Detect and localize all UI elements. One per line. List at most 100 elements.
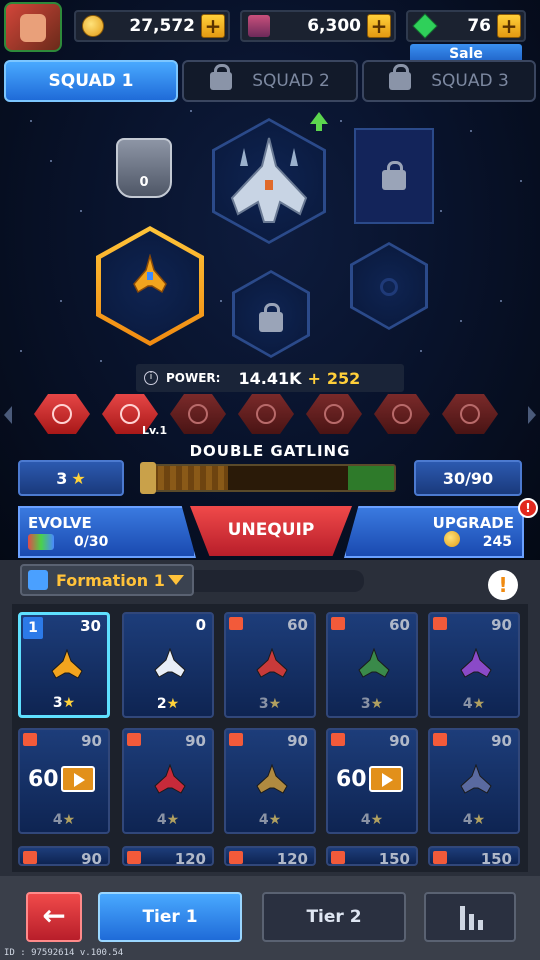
ship-card[interactable]: 150 — [428, 846, 520, 868]
lock-icon — [382, 161, 406, 190]
background-star — [20, 350, 22, 352]
card-count: 150 — [378, 850, 410, 868]
card-count: 90 — [81, 850, 102, 868]
skill-7[interactable] — [442, 394, 498, 434]
gem-value: 76 — [467, 16, 491, 36]
locked-slot-right[interactable] — [354, 128, 434, 224]
background-star — [80, 210, 82, 212]
star-icon: ★ — [268, 696, 282, 712]
ship-card[interactable]: 0 2★ — [122, 612, 214, 718]
watch-ad-button[interactable]: 60 — [28, 766, 95, 792]
ship-card[interactable]: 60 3★ — [224, 612, 316, 718]
upgrade-button[interactable]: UPGRADE 245 — [344, 506, 524, 558]
star-icon: ★ — [166, 696, 180, 712]
card-value: 6,300 — [307, 16, 361, 36]
card-count: 120 — [276, 850, 308, 868]
ship-card[interactable]: 60 3★ — [326, 612, 418, 718]
ship-icon — [51, 649, 83, 679]
sort-icon — [460, 906, 484, 930]
rank-badge-value: 0 — [139, 175, 149, 190]
rank-badge[interactable]: 0 — [116, 138, 172, 198]
ad-reward-value: 60 — [28, 766, 59, 792]
back-button[interactable]: ← — [26, 892, 82, 942]
card-stars: 4★ — [20, 812, 108, 828]
version-label: ID : 97592614 v.100.54 — [4, 948, 124, 958]
card-stars: 3★ — [21, 695, 107, 711]
watch-ad-button[interactable]: 60 — [336, 766, 403, 792]
lock-icon — [229, 617, 243, 630]
chevron-down-icon — [168, 575, 184, 585]
lock-icon — [259, 303, 283, 332]
add-gems-button[interactable]: + — [497, 14, 521, 38]
lock-icon — [331, 617, 345, 630]
add-cards-button[interactable]: + — [367, 14, 391, 38]
top-bar: 27,572 + 6,300 + 76 + — [0, 0, 540, 52]
lock-icon — [127, 851, 141, 864]
skill-6[interactable] — [374, 394, 430, 434]
card-stars: 4★ — [430, 812, 518, 828]
card-count: 30 — [80, 617, 101, 635]
card-stars: 4★ — [328, 812, 416, 828]
ship-icon — [358, 648, 390, 678]
player-avatar[interactable] — [4, 2, 62, 52]
tier-1-button[interactable]: Tier 1 — [98, 892, 242, 942]
lock-icon — [210, 64, 233, 90]
star-icon: ★ — [472, 696, 486, 712]
unequip-label: UNEQUIP — [227, 520, 315, 540]
card-stars-value: 3 — [258, 696, 269, 712]
ship-card[interactable]: 120 — [224, 846, 316, 868]
skill-5[interactable] — [306, 394, 362, 434]
evolve-button[interactable]: EVOLVE 0/30 — [18, 506, 196, 558]
skill-icon — [120, 404, 140, 424]
info-icon[interactable]: i — [144, 371, 158, 385]
edit-pencil-icon[interactable] — [28, 570, 48, 590]
star-icon: ★ — [62, 812, 76, 828]
add-coins-button[interactable]: + — [201, 14, 225, 38]
ship-card[interactable]: 90 4★ — [428, 612, 520, 718]
skill-4[interactable] — [238, 394, 294, 434]
skill-icon — [324, 404, 344, 424]
tab-squad-1[interactable]: SQUAD 1 — [4, 60, 178, 102]
scroll-right-arrow-icon[interactable] — [528, 406, 536, 424]
skill-icon — [460, 404, 480, 424]
evolve-cards-icon — [28, 534, 54, 550]
lock-icon — [229, 733, 243, 746]
card-stars: 4★ — [226, 812, 314, 828]
tab-squad-3[interactable]: SQUAD 3 — [362, 60, 536, 102]
tab-label: SQUAD 2 — [252, 71, 330, 91]
tier-2-button[interactable]: Tier 2 — [262, 892, 406, 942]
ship-card[interactable]: 90 60 4★ — [326, 728, 418, 834]
unequip-button[interactable]: UNEQUIP — [190, 506, 352, 556]
scroll-left-arrow-icon[interactable] — [4, 406, 12, 424]
card-stars: 3★ — [226, 696, 314, 712]
card-count: 120 — [174, 850, 206, 868]
ship-card[interactable]: 90 — [18, 846, 110, 868]
background-star — [470, 130, 472, 132]
evolve-progress: 0/30 — [74, 534, 109, 550]
lock-icon — [331, 851, 345, 864]
card-count: 150 — [480, 850, 512, 868]
ship-icon — [256, 648, 288, 678]
main-ship-icon — [230, 137, 308, 223]
xp-progress-fill — [146, 466, 228, 490]
ship-card[interactable]: 150 — [326, 846, 418, 868]
ship-card[interactable]: 90 4★ — [122, 728, 214, 834]
lock-icon — [433, 617, 447, 630]
ship-card[interactable]: 90 4★ — [428, 728, 520, 834]
background-star — [30, 120, 32, 122]
star-icon: ★ — [166, 812, 180, 828]
power-plus: + — [307, 368, 321, 388]
alert-icon[interactable]: ! — [488, 570, 518, 600]
ship-card[interactable]: 90 60 4★ — [18, 728, 110, 834]
ship-card[interactable]: 1 30 3★ — [18, 612, 110, 718]
formation-dropdown[interactable]: Formation 1 — [20, 564, 194, 596]
skill-3[interactable] — [170, 394, 226, 434]
ship-card[interactable]: 120 — [122, 846, 214, 868]
sort-button[interactable] — [424, 892, 516, 942]
tab-squad-2[interactable]: SQUAD 2 — [182, 60, 358, 102]
ship-card[interactable]: 90 4★ — [224, 728, 316, 834]
lock-icon — [23, 733, 37, 746]
coin-value: 27,572 — [129, 16, 195, 36]
selected-ship-icon — [133, 254, 167, 294]
skill-1[interactable] — [34, 394, 90, 434]
